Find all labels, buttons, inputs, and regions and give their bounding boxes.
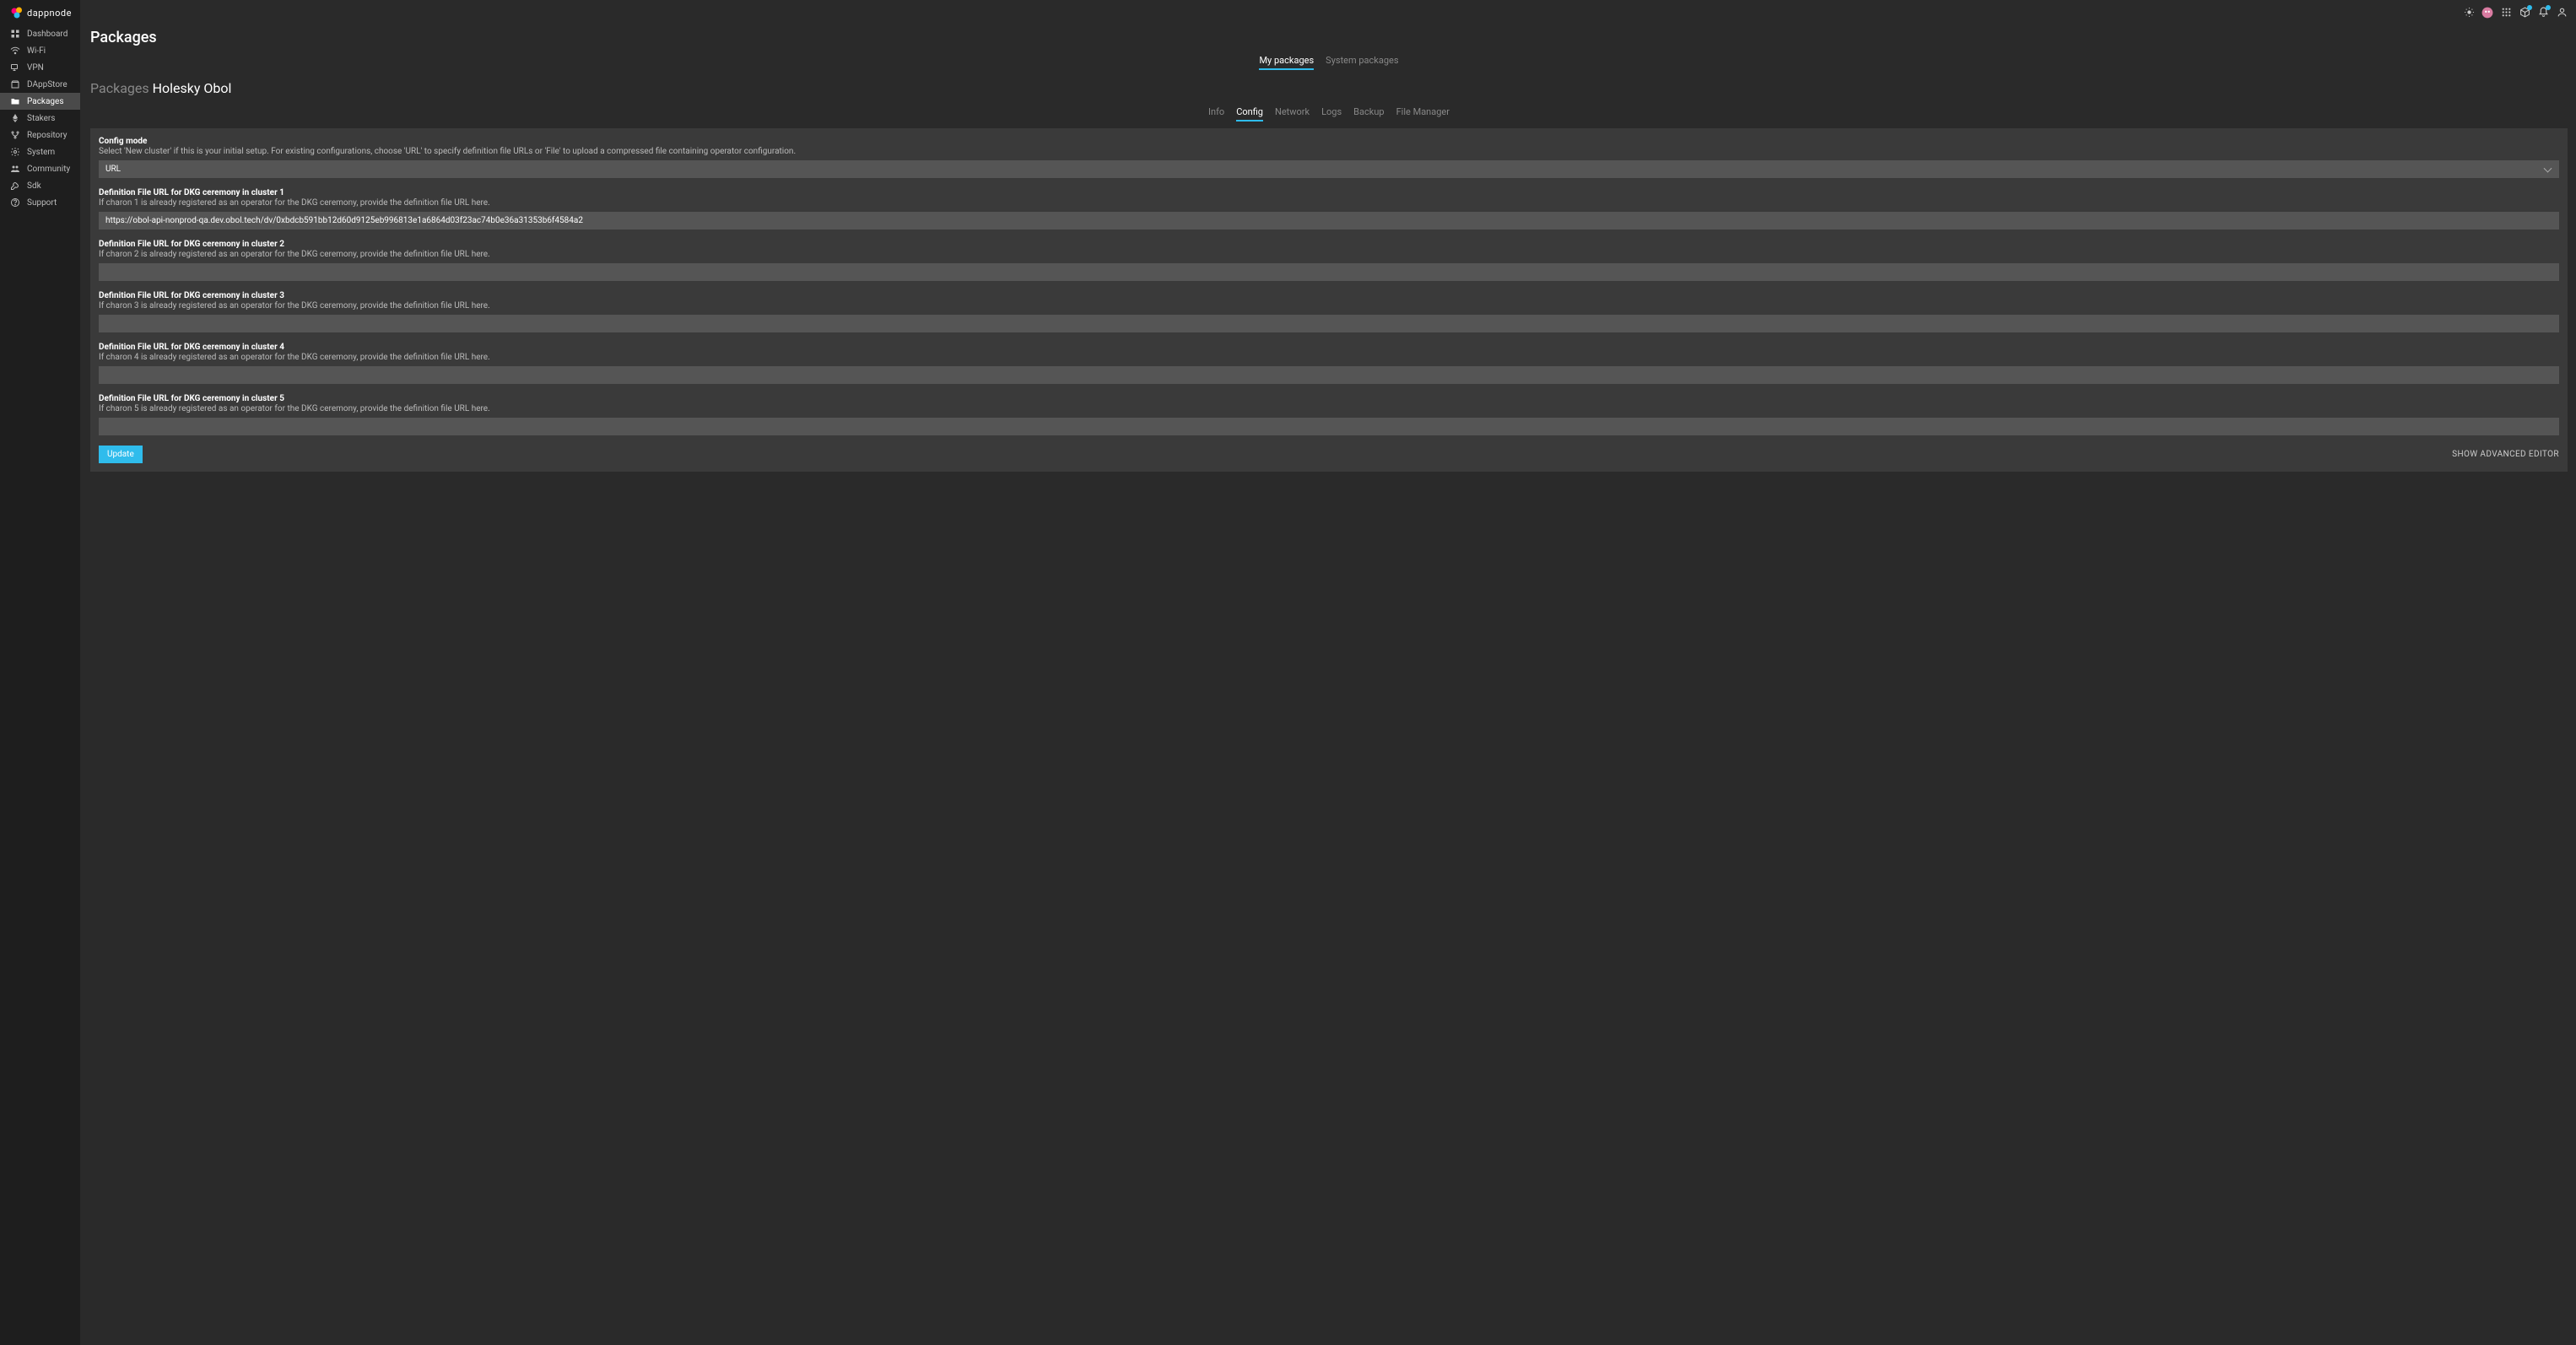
input-cluster-4[interactable] xyxy=(99,366,2559,384)
select-wrap-config-mode: URL xyxy=(99,160,2559,178)
label-cluster-5: Definition File URL for DKG ceremony in … xyxy=(99,394,2559,403)
sidebar-item-label: Stakers xyxy=(27,114,55,123)
dappnode-logo-icon xyxy=(10,6,24,19)
desc-cluster-2: If charon 2 is already registered as an … xyxy=(99,250,2559,259)
gear-icon xyxy=(10,147,20,157)
top-tabs: My packages System packages xyxy=(90,55,2568,70)
wifi-icon xyxy=(10,46,20,56)
config-card: Config mode Select 'New cluster' if this… xyxy=(90,128,2568,472)
sidebar-item-label: Packages xyxy=(27,97,64,106)
store-icon xyxy=(10,79,20,89)
tab-backup[interactable]: Backup xyxy=(1353,106,1384,122)
group-cluster-2: Definition File URL for DKG ceremony in … xyxy=(99,240,2559,281)
apps-icon[interactable] xyxy=(2500,7,2512,19)
people-icon xyxy=(10,164,20,174)
sidebar-item-label: Community xyxy=(27,165,70,174)
avatar-icon[interactable] xyxy=(2481,7,2493,19)
bell-icon[interactable] xyxy=(2537,7,2549,19)
branch-icon xyxy=(10,130,20,140)
sidebar-item-label: Support xyxy=(27,198,57,208)
breadcrumb: Packages Holesky Obol xyxy=(90,80,2568,96)
desc-config-mode: Select 'New cluster' if this is your ini… xyxy=(99,147,2559,156)
sidebar-item-label: VPN xyxy=(27,63,44,73)
cube-icon[interactable] xyxy=(2519,7,2530,19)
main-area: Packages My packages System packages Pac… xyxy=(80,0,2576,1345)
input-cluster-2[interactable] xyxy=(99,263,2559,281)
folder-icon xyxy=(10,96,20,106)
sidebar-item-wifi[interactable]: Wi-Fi xyxy=(0,42,80,59)
sidebar-item-sdk[interactable]: Sdk xyxy=(0,177,80,194)
desc-cluster-1: If charon 1 is already registered as an … xyxy=(99,198,2559,208)
sidebar-item-label: System xyxy=(27,148,55,157)
sidebar-item-vpn[interactable]: VPN xyxy=(0,59,80,76)
tab-logs[interactable]: Logs xyxy=(1321,106,1342,122)
tab-system-packages[interactable]: System packages xyxy=(1326,55,1398,70)
sidebar-item-label: Dashboard xyxy=(27,30,68,39)
sidebar-item-stakers[interactable]: Stakers xyxy=(0,110,80,127)
desc-cluster-4: If charon 4 is already registered as an … xyxy=(99,353,2559,362)
sidebar-item-label: DAppStore xyxy=(27,80,68,89)
group-config-mode: Config mode Select 'New cluster' if this… xyxy=(99,137,2559,178)
wrench-icon xyxy=(10,181,20,191)
group-cluster-5: Definition File URL for DKG ceremony in … xyxy=(99,394,2559,435)
sidebar-item-dashboard[interactable]: Dashboard xyxy=(0,25,80,42)
sidebar-item-label: Repository xyxy=(27,131,67,140)
tab-config[interactable]: Config xyxy=(1236,106,1263,122)
label-config-mode: Config mode xyxy=(99,137,2559,146)
tab-info[interactable]: Info xyxy=(1208,106,1224,122)
tab-file-manager[interactable]: File Manager xyxy=(1396,106,1450,122)
tab-my-packages[interactable]: My packages xyxy=(1259,55,1314,70)
tab-network[interactable]: Network xyxy=(1275,106,1310,122)
sidebar-item-system[interactable]: System xyxy=(0,143,80,160)
breadcrumb-prefix[interactable]: Packages xyxy=(90,80,149,96)
group-cluster-4: Definition File URL for DKG ceremony in … xyxy=(99,343,2559,384)
select-config-mode[interactable]: URL xyxy=(99,160,2559,178)
show-advanced-editor[interactable]: SHOW ADVANCED EDITOR xyxy=(2452,450,2559,459)
sidebar-item-community[interactable]: Community xyxy=(0,160,80,177)
sidebar: dappnode Dashboard Wi-Fi VPN DAppStore P… xyxy=(0,0,80,1345)
input-cluster-1[interactable] xyxy=(99,212,2559,230)
label-cluster-1: Definition File URL for DKG ceremony in … xyxy=(99,188,2559,197)
sidebar-item-repository[interactable]: Repository xyxy=(0,127,80,143)
input-cluster-3[interactable] xyxy=(99,315,2559,332)
card-footer: Update SHOW ADVANCED EDITOR xyxy=(99,446,2559,463)
vpn-icon xyxy=(10,62,20,73)
logo[interactable]: dappnode xyxy=(0,0,80,25)
sidebar-item-dappstore[interactable]: DAppStore xyxy=(0,76,80,93)
brand-text: dappnode xyxy=(27,8,72,19)
sidebar-item-packages[interactable]: Packages xyxy=(0,93,80,110)
label-cluster-4: Definition File URL for DKG ceremony in … xyxy=(99,343,2559,352)
detail-tabs: Info Config Network Logs Backup File Man… xyxy=(90,106,2568,122)
topbar xyxy=(80,0,2576,25)
dashboard-icon xyxy=(10,29,20,39)
sidebar-item-label: Sdk xyxy=(27,181,41,191)
ethereum-icon xyxy=(10,113,20,123)
sidebar-item-label: Wi-Fi xyxy=(27,46,46,56)
group-cluster-3: Definition File URL for DKG ceremony in … xyxy=(99,291,2559,332)
sidebar-item-support[interactable]: Support xyxy=(0,194,80,211)
input-cluster-5[interactable] xyxy=(99,418,2559,435)
user-icon[interactable] xyxy=(2556,7,2568,19)
update-button[interactable]: Update xyxy=(99,446,143,463)
page-title: Packages xyxy=(90,29,2568,46)
group-cluster-1: Definition File URL for DKG ceremony in … xyxy=(99,188,2559,230)
breadcrumb-current: Holesky Obol xyxy=(153,80,232,96)
label-cluster-2: Definition File URL for DKG ceremony in … xyxy=(99,240,2559,249)
theme-icon[interactable] xyxy=(2463,7,2475,19)
label-cluster-3: Definition File URL for DKG ceremony in … xyxy=(99,291,2559,300)
content: Packages My packages System packages Pac… xyxy=(80,25,2576,505)
help-icon xyxy=(10,197,20,208)
desc-cluster-5: If charon 5 is already registered as an … xyxy=(99,404,2559,413)
desc-cluster-3: If charon 3 is already registered as an … xyxy=(99,301,2559,311)
